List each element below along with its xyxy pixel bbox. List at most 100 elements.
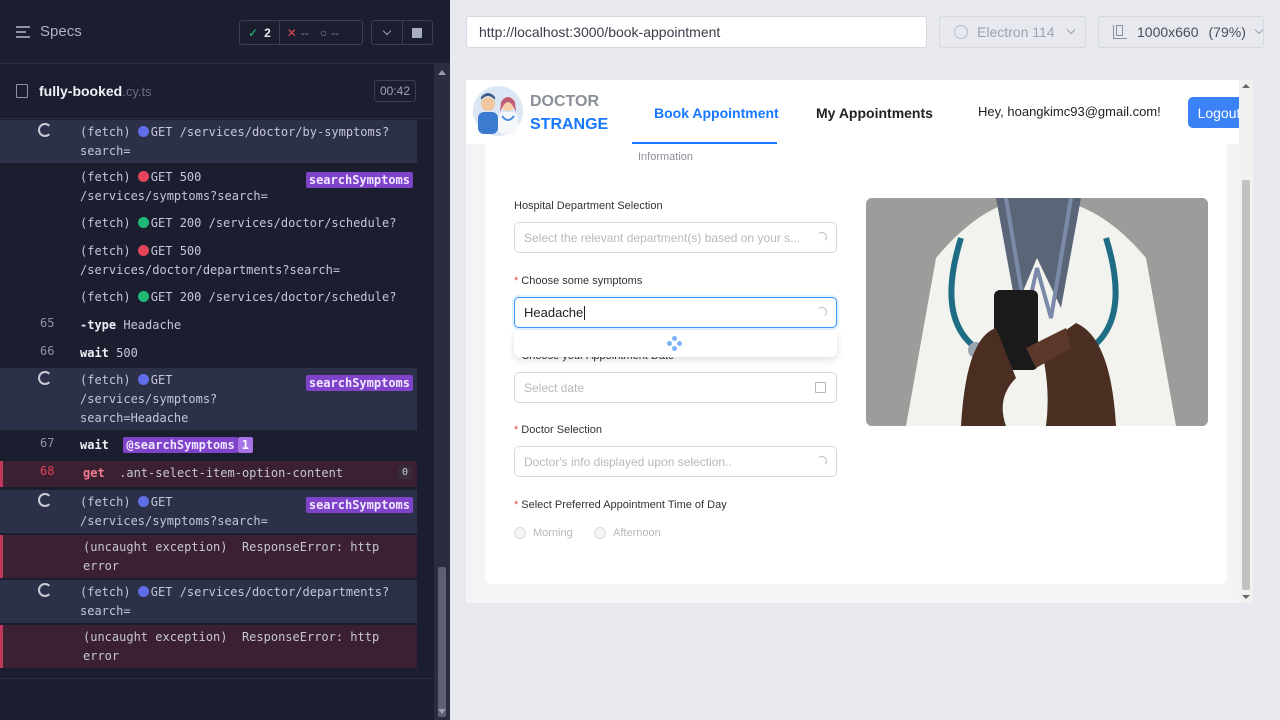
loading-icon: [817, 307, 827, 317]
aut-iframe: Information DOCTOR STRANGE Book Appointm…: [466, 80, 1253, 603]
calendar-icon: [815, 382, 826, 393]
doctor-label: * Doctor Selection: [514, 424, 602, 436]
scrollbar-thumb[interactable]: [438, 567, 446, 717]
log-row[interactable]: (fetch) GET /services/doctor/by-symptoms…: [0, 120, 417, 163]
error-dot-icon: [137, 171, 149, 182]
symptoms-label: * Choose some symptoms: [514, 275, 643, 287]
alias-tag: @searchSymptoms: [123, 437, 238, 453]
specs-list-icon: [16, 25, 30, 38]
top-navbar: DOCTOR STRANGE Book Appointment My Appoi…: [466, 80, 1243, 144]
run-duration: 00:42: [373, 80, 416, 102]
log-row[interactable]: 66 wait 500: [0, 341, 417, 367]
loading-spinner-icon: [38, 583, 52, 597]
log-row[interactable]: (fetch) GET /services/symptoms?search= s…: [0, 490, 417, 533]
radio-circle-icon: [594, 527, 606, 539]
spec-file-ext: .cy.ts: [122, 83, 152, 99]
passed-count: ✓ 2: [240, 21, 280, 44]
loading-spinner-icon: [38, 493, 52, 507]
runner-controls: [371, 20, 433, 45]
specs-label: Specs: [40, 23, 82, 40]
runner-topbar: Specs ✓ 2 ✕ -- ○ --: [0, 0, 450, 64]
log-row-error[interactable]: (uncaught exception) ResponseError: http…: [0, 535, 417, 578]
app-under-test-area: http://localhost:3000/book-appointment E…: [450, 0, 1280, 720]
date-picker[interactable]: Select date: [514, 372, 837, 403]
department-label: Hospital Department Selection: [514, 200, 663, 212]
scrollbar-thumb[interactable]: [1242, 180, 1250, 590]
cross-icon: ✕: [286, 25, 297, 40]
time-of-day-label: * Select Preferred Appointment Time of Da…: [514, 499, 727, 511]
pending-count: ○ --: [319, 25, 340, 40]
file-icon: [16, 84, 28, 98]
stop-button[interactable]: [403, 21, 433, 44]
chevron-down-icon: [382, 26, 391, 35]
alias-tag: searchSymptoms: [305, 375, 413, 391]
scroll-down-icon: [1242, 595, 1250, 599]
url-bar[interactable]: http://localhost:3000/book-appointment: [466, 16, 927, 48]
step-information-label: Information: [638, 151, 694, 163]
radio-circle-icon: [514, 527, 526, 539]
success-dot-icon: [137, 291, 149, 302]
loading-icon: [817, 232, 827, 242]
alias-tag: searchSymptoms: [305, 172, 413, 188]
log-row[interactable]: 65 -type Headache: [0, 313, 417, 339]
log-row[interactable]: (fetch) GET 200 /services/doctor/schedul…: [0, 285, 417, 311]
element-count-badge: 0: [397, 466, 412, 479]
afternoon-radio[interactable]: Afternoon: [594, 527, 661, 539]
symptoms-select[interactable]: Headache: [514, 297, 837, 328]
log-row[interactable]: (fetch) GET 200 /services/doctor/schedul…: [0, 211, 417, 237]
symptoms-dropdown: [514, 330, 837, 357]
log-row[interactable]: (fetch) GET 500 /services/doctor/departm…: [0, 239, 417, 282]
user-greeting: Hey, hoangkimc93@gmail.com!: [978, 104, 1161, 119]
nav-my-appointments[interactable]: My Appointments: [816, 105, 933, 121]
log-scrollbar[interactable]: [434, 64, 450, 720]
brand-name-top: DOCTOR: [530, 93, 600, 110]
book-appointment-page: Information DOCTOR STRANGE Book Appointm…: [466, 80, 1253, 603]
loading-spinner-icon: [667, 336, 683, 352]
test-stats: ✓ 2 ✕ -- ○ --: [239, 20, 363, 45]
loading-spinner-icon: [38, 123, 52, 137]
scroll-down-icon: [438, 709, 446, 714]
ruler-icon: [1113, 25, 1127, 39]
browser-select[interactable]: Electron 114: [939, 16, 1086, 48]
chevron-down-icon: [1066, 25, 1075, 35]
log-row[interactable]: (fetch) GET 500 /services/symptoms?searc…: [0, 165, 417, 208]
nav-book-appointment[interactable]: Book Appointment: [654, 105, 779, 121]
specs-toggle[interactable]: Specs: [16, 23, 82, 40]
success-dot-icon: [137, 217, 149, 228]
pending-dot-icon: [137, 374, 149, 385]
spec-file-name: fully-booked: [39, 83, 123, 99]
check-icon: ✓: [248, 25, 259, 40]
doctor-photo: [866, 198, 1208, 426]
spec-header: fully-booked .cy.ts 00:42: [0, 64, 450, 119]
alias-tag: searchSymptoms: [305, 497, 413, 513]
iframe-scrollbar[interactable]: [1239, 80, 1253, 603]
log-row[interactable]: (fetch) GET /services/symptoms? search=H…: [0, 368, 417, 430]
alias-count: 1: [237, 437, 253, 453]
department-select[interactable]: Select the relevant department(s) based …: [514, 222, 837, 253]
scroll-up-icon: [1242, 84, 1250, 88]
active-nav-indicator: [632, 142, 777, 144]
scroll-up-icon: [438, 70, 446, 75]
viewport-select[interactable]: 1000x660 (79%): [1098, 16, 1264, 48]
loading-icon: [817, 456, 827, 466]
log-row[interactable]: (fetch) GET /services/doctor/departments…: [0, 580, 417, 623]
log-row-failed[interactable]: 68 get .ant-select-item-option-content 0: [0, 461, 417, 487]
pending-dot-icon: [137, 126, 149, 137]
failed-count: ✕ --: [286, 25, 309, 40]
brand-name-bottom: STRANGE: [530, 116, 609, 133]
pending-icon: ○: [319, 25, 328, 40]
cypress-command-log-panel: Specs ✓ 2 ✕ -- ○ -- fully-booked .cy.ts 00:…: [0, 0, 450, 720]
loading-spinner-icon: [38, 371, 52, 385]
morning-radio[interactable]: Morning: [514, 527, 573, 539]
stop-icon: [412, 27, 423, 38]
log-row[interactable]: 67 wait @searchSymptoms 1: [0, 433, 417, 459]
pending-dot-icon: [137, 586, 149, 597]
error-dot-icon: [137, 245, 149, 256]
log-row-error[interactable]: (uncaught exception) ResponseError: http…: [0, 625, 417, 668]
doctors-logo-icon: [473, 86, 523, 136]
collapse-button[interactable]: [372, 21, 403, 44]
electron-icon: [954, 25, 968, 39]
chevron-down-icon: [1254, 25, 1264, 35]
doctor-select[interactable]: Doctor's info displayed upon selection..: [514, 446, 837, 477]
pending-dot-icon: [137, 496, 149, 507]
